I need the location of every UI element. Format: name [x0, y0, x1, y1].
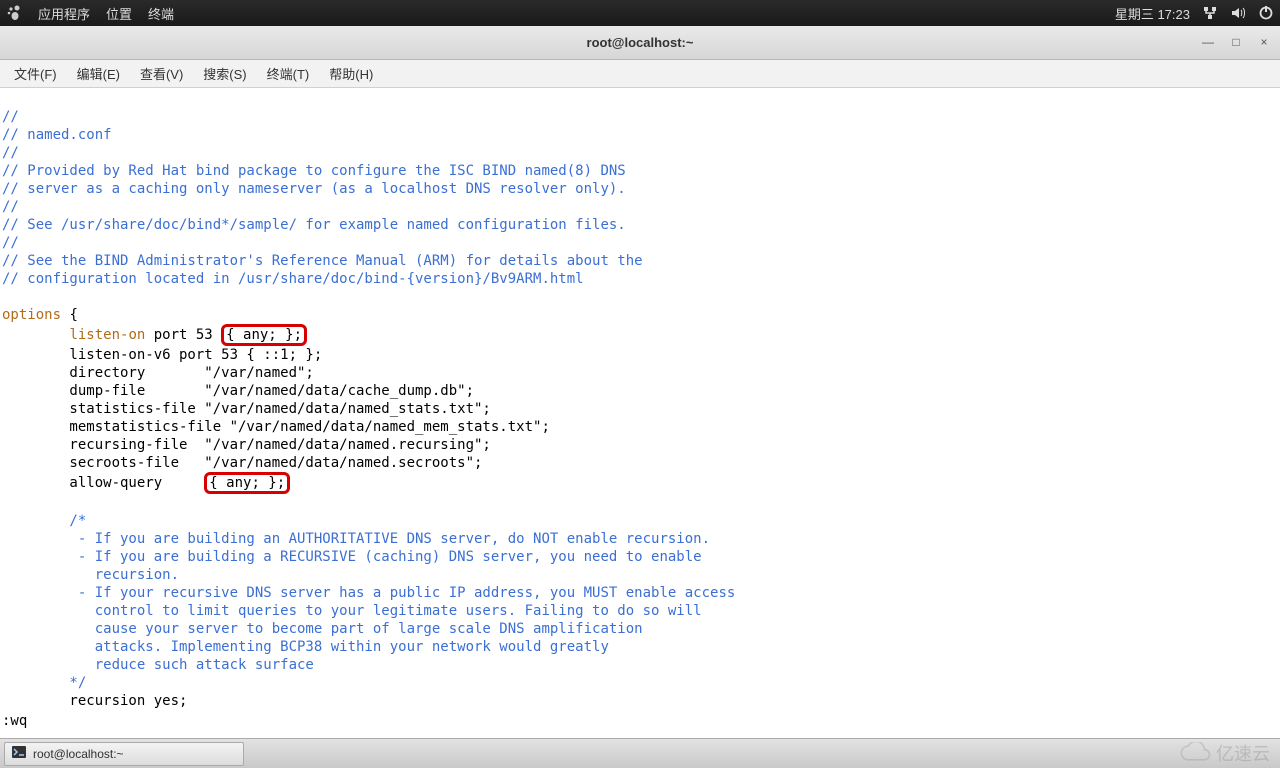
conf-block-comment: recursion. [2, 567, 179, 583]
network-icon[interactable] [1202, 5, 1218, 22]
menu-applications[interactable]: 应用程序 [38, 4, 90, 23]
conf-comment: // configuration located in /usr/share/d… [2, 271, 584, 287]
conf-comment: // Provided by Red Hat bind package to c… [2, 163, 626, 179]
conf-comment: // server as a caching only nameserver (… [2, 181, 626, 197]
menu-view[interactable]: 查看(V) [130, 61, 193, 86]
menu-file[interactable]: 文件(F) [4, 61, 67, 86]
conf-line: listen-on-v6 port 53 { ::1; }; [2, 347, 322, 363]
terminal-viewport[interactable]: // // named.conf // // Provided by Red H… [0, 88, 1280, 734]
conf-block-comment: control to limit queries to your legitim… [2, 603, 702, 619]
taskbar-item-terminal[interactable]: root@localhost:~ [4, 742, 244, 766]
conf-block-comment: attacks. Implementing BCP38 within your … [2, 639, 609, 655]
conf-comment: // See /usr/share/doc/bind*/sample/ for … [2, 217, 626, 233]
window-titlebar: root@localhost:~ — □ × [0, 26, 1280, 60]
conf-line: memstatistics-file "/var/named/data/name… [2, 419, 550, 435]
conf-line: dump-file "/var/named/data/cache_dump.db… [2, 383, 474, 399]
gnome-foot-icon [6, 5, 22, 21]
conf-keyword-listen-on: listen-on [69, 327, 145, 343]
conf-block-comment: cause your server to become part of larg… [2, 621, 643, 637]
window-minimize-button[interactable]: — [1198, 32, 1218, 52]
conf-comment: // See the BIND Administrator's Referenc… [2, 253, 643, 269]
menu-terminal-menu[interactable]: 终端(T) [257, 61, 320, 86]
conf-line: allow-query [2, 475, 204, 491]
taskbar-item-label: root@localhost:~ [33, 747, 124, 761]
conf-block-comment: */ [2, 675, 86, 691]
conf-comment: // [2, 199, 19, 215]
conf-comment: // [2, 235, 19, 251]
conf-line: directory "/var/named"; [2, 365, 314, 381]
highlight-box-allow-query-any: { any; }; [204, 472, 290, 494]
conf-keyword-options: options [2, 307, 61, 323]
conf-block-comment: - If you are building a RECURSIVE (cachi… [2, 549, 702, 565]
conf-block-comment: - If your recursive DNS server has a pub… [2, 585, 735, 601]
menu-terminal[interactable]: 终端 [148, 4, 174, 23]
volume-icon[interactable] [1230, 5, 1246, 22]
window-title: root@localhost:~ [0, 35, 1280, 50]
power-icon[interactable] [1258, 5, 1274, 22]
conf-comment: // [2, 109, 19, 125]
highlight-box-listen-any: { any; }; [221, 324, 307, 346]
system-top-bar: 应用程序 位置 终端 星期三 17:23 [0, 0, 1280, 26]
watermark: 亿速云 [1178, 740, 1270, 766]
menu-places[interactable]: 位置 [106, 4, 132, 23]
menu-help[interactable]: 帮助(H) [319, 61, 383, 86]
menu-search[interactable]: 搜索(S) [193, 61, 256, 86]
conf-line: recursion yes; [2, 693, 187, 709]
conf-block-comment: /* [2, 513, 86, 529]
conf-block-comment: reduce such attack surface [2, 657, 314, 673]
conf-block-comment: - If you are building an AUTHORITATIVE D… [2, 531, 710, 547]
vim-command-line[interactable]: :wq [2, 712, 27, 730]
conf-text: { [61, 307, 78, 323]
terminal-icon [11, 744, 27, 763]
conf-text: port 53 [145, 327, 221, 343]
conf-line: statistics-file "/var/named/data/named_s… [2, 401, 491, 417]
clock-label[interactable]: 星期三 17:23 [1115, 4, 1190, 23]
conf-comment: // [2, 145, 19, 161]
window-close-button[interactable]: × [1254, 32, 1274, 52]
watermark-text: 亿速云 [1216, 740, 1270, 766]
menubar: 文件(F) 编辑(E) 查看(V) 搜索(S) 终端(T) 帮助(H) [0, 60, 1280, 88]
window-maximize-button[interactable]: □ [1226, 32, 1246, 52]
conf-line: recursing-file "/var/named/data/named.re… [2, 437, 491, 453]
menu-edit[interactable]: 编辑(E) [67, 61, 130, 86]
conf-comment: // named.conf [2, 127, 112, 143]
taskbar: root@localhost:~ 亿速云 [0, 738, 1280, 768]
conf-line: secroots-file "/var/named/data/named.sec… [2, 455, 482, 471]
